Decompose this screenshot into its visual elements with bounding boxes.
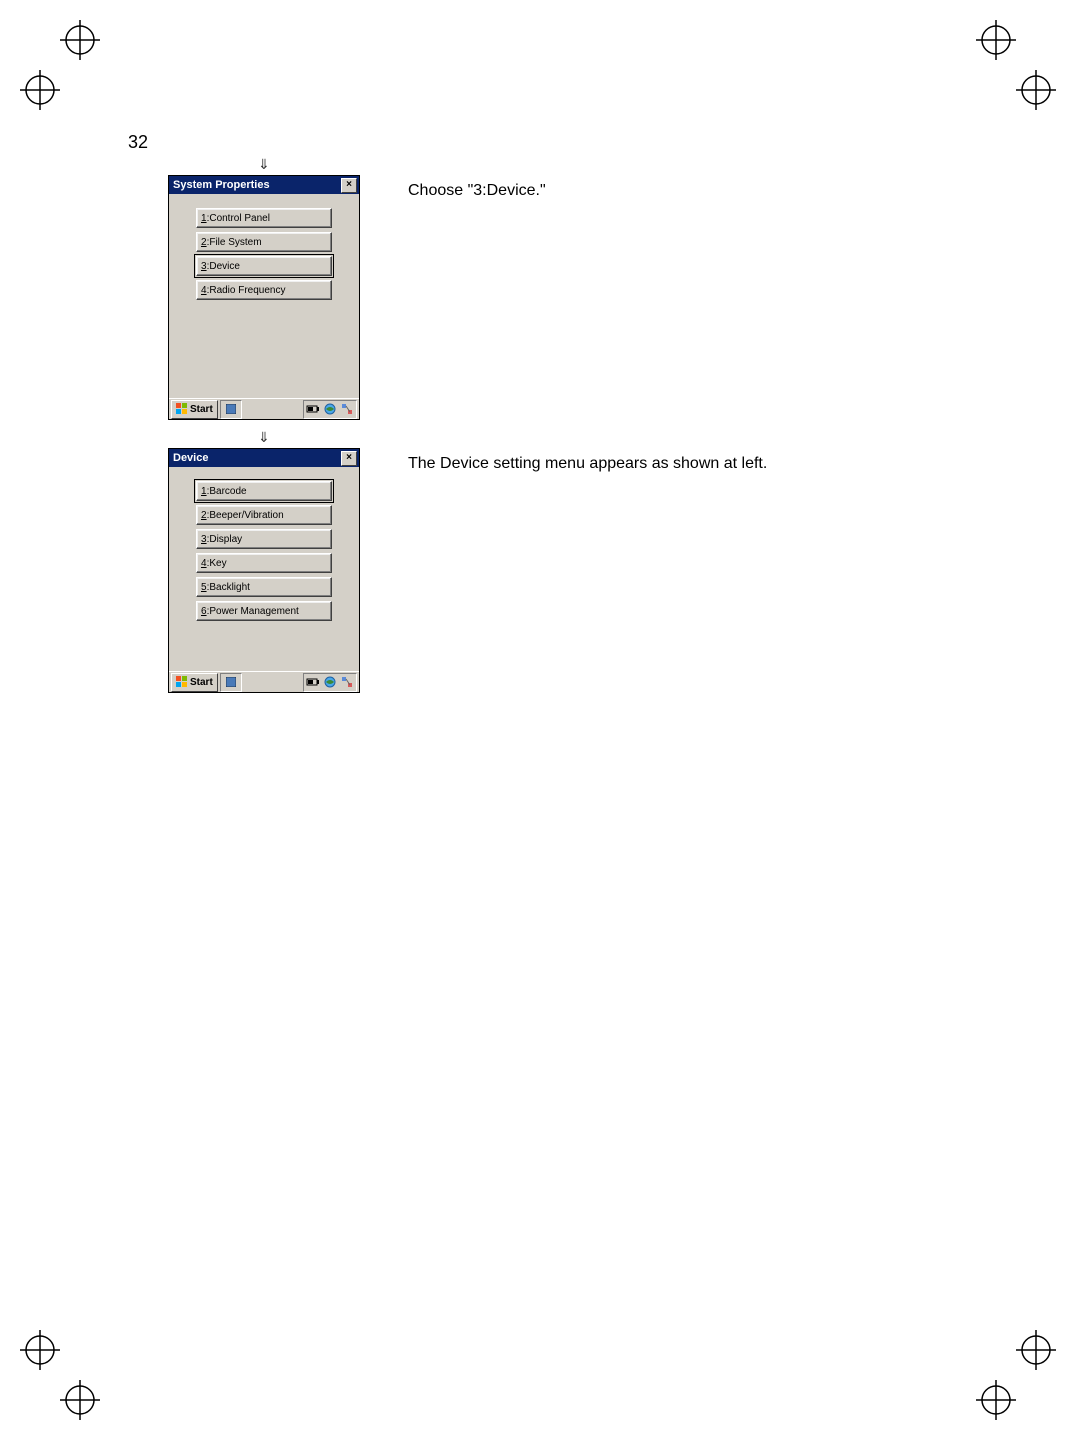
menu-item-1[interactable]: 1:Control Panel bbox=[196, 208, 332, 228]
down-arrow-icon: ⇓ bbox=[258, 429, 270, 446]
window-title: System Properties bbox=[173, 179, 270, 191]
menu-item-label: :Power Management bbox=[207, 606, 299, 617]
globe-icon bbox=[323, 403, 337, 415]
windows-logo-icon bbox=[176, 676, 188, 688]
network-icon bbox=[340, 676, 354, 688]
menu-item-4[interactable]: 4:Key bbox=[196, 553, 332, 573]
start-button[interactable]: Start bbox=[171, 673, 218, 692]
menu-item-label: :Beeper/Vibration bbox=[207, 510, 284, 521]
menu-item-label: :Barcode bbox=[207, 486, 247, 497]
menu-item-6[interactable]: 6:Power Management bbox=[196, 601, 332, 621]
crop-mark-icon bbox=[20, 70, 60, 110]
crop-mark-icon bbox=[60, 20, 100, 60]
start-label: Start bbox=[190, 677, 213, 688]
menu-item-3[interactable]: 3:Display bbox=[196, 529, 332, 549]
taskbar: Start bbox=[169, 671, 359, 692]
crop-mark-icon bbox=[20, 1330, 60, 1370]
menu-item-1[interactable]: 1:Barcode bbox=[196, 481, 332, 501]
crop-mark-icon bbox=[1016, 1330, 1056, 1370]
menu-item-2[interactable]: 2:Beeper/Vibration bbox=[196, 505, 332, 525]
crop-mark-icon bbox=[1016, 70, 1056, 110]
taskbar-app-button[interactable] bbox=[220, 400, 242, 419]
close-button[interactable]: × bbox=[341, 178, 357, 193]
taskbar-app-button[interactable] bbox=[220, 673, 242, 692]
windows-logo-icon bbox=[176, 403, 188, 415]
system-properties-window: System Properties × 1:Control Panel 2:Fil… bbox=[168, 175, 360, 420]
menu-area: 1:Control Panel 2:File System 3:Device 4:Ra… bbox=[169, 194, 359, 398]
menu-item-label: :Radio Frequency bbox=[207, 285, 286, 296]
menu-item-label: :Key bbox=[207, 558, 227, 569]
network-icon bbox=[340, 403, 354, 415]
menu-area: 1:Barcode 2:Beeper/Vibration 3:Display 4:Ke… bbox=[169, 467, 359, 671]
battery-icon bbox=[306, 403, 320, 415]
menu-item-4[interactable]: 4:Radio Frequency bbox=[196, 280, 332, 300]
instruction-text: The Device setting menu appears as shown… bbox=[408, 448, 767, 475]
menu-item-label: :Backlight bbox=[207, 582, 250, 593]
instruction-text: Choose "3:Device." bbox=[408, 175, 546, 202]
titlebar: Device × bbox=[169, 449, 359, 467]
battery-icon bbox=[306, 676, 320, 688]
close-button[interactable]: × bbox=[341, 451, 357, 466]
down-arrow-icon: ⇓ bbox=[258, 156, 270, 173]
window-title: Device bbox=[173, 452, 208, 464]
crop-mark-icon bbox=[976, 20, 1016, 60]
taskbar: Start bbox=[169, 398, 359, 419]
menu-item-label: :Display bbox=[207, 534, 243, 545]
menu-item-2[interactable]: 2:File System bbox=[196, 232, 332, 252]
start-button[interactable]: Start bbox=[171, 400, 218, 419]
crop-mark-icon bbox=[976, 1380, 1016, 1420]
crop-mark-icon bbox=[60, 1380, 100, 1420]
device-window: Device × 1:Barcode 2:Beeper/Vibration 3:Di… bbox=[168, 448, 360, 693]
system-tray bbox=[303, 400, 357, 419]
page-number: 32 bbox=[128, 132, 148, 153]
menu-item-label: :Device bbox=[207, 261, 240, 272]
menu-item-label: :Control Panel bbox=[207, 213, 270, 224]
menu-item-label: :File System bbox=[207, 237, 262, 248]
titlebar: System Properties × bbox=[169, 176, 359, 194]
menu-item-5[interactable]: 5:Backlight bbox=[196, 577, 332, 597]
menu-item-3[interactable]: 3:Device bbox=[196, 256, 332, 276]
system-tray bbox=[303, 673, 357, 692]
start-label: Start bbox=[190, 404, 213, 415]
globe-icon bbox=[323, 676, 337, 688]
